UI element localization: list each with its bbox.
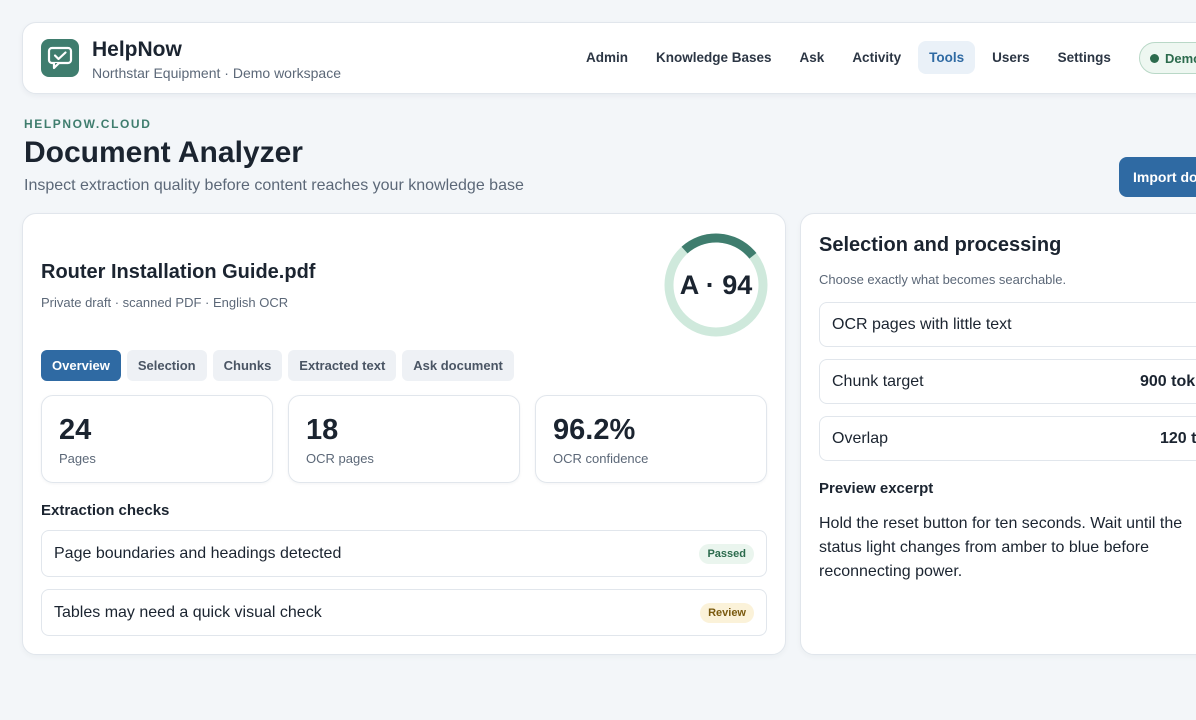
stat-ocr-confidence: 96.2% OCR confidence xyxy=(535,395,767,483)
status-badge-passed: Passed xyxy=(699,543,754,564)
check-text: Page boundaries and headings detected xyxy=(54,544,342,562)
nav-knowledge-bases[interactable]: Knowledge Bases xyxy=(645,41,783,74)
document-tabs: Overview Selection Chunks Extracted text… xyxy=(41,350,514,381)
nav-admin[interactable]: Admin xyxy=(575,41,639,74)
tab-ask-document[interactable]: Ask document xyxy=(402,350,514,381)
preview-excerpt: Hold the reset button for ten seconds. W… xyxy=(819,515,1183,580)
field-value: 120 tok xyxy=(1160,429,1196,447)
tab-chunks[interactable]: Chunks xyxy=(212,350,283,381)
overlap-field[interactable]: Overlap 120 tok xyxy=(819,416,1196,461)
chat-check-icon xyxy=(47,46,73,70)
import-document-button[interactable]: Import doc xyxy=(1119,157,1196,197)
field-label: Chunk target xyxy=(832,372,924,390)
document-meta: Private draft · scanned PDF · English OC… xyxy=(41,295,289,310)
stat-value: 96.2% xyxy=(553,414,636,446)
nav-ask[interactable]: Ask xyxy=(789,41,836,74)
document-overview-card: Router Installation Guide.pdf Private dr… xyxy=(22,213,786,655)
stat-value: 24 xyxy=(59,414,92,446)
chunk-target-field[interactable]: Chunk target 900 tok xyxy=(819,359,1196,404)
page-eyebrow: HELPNOW.CLOUD xyxy=(24,117,152,131)
stat-label: OCR confidence xyxy=(553,451,649,466)
processing-card: Selection and processing Choose exactly … xyxy=(800,213,1196,655)
nav-activity[interactable]: Activity xyxy=(841,41,912,74)
field-label: Overlap xyxy=(832,429,889,447)
stat-label: OCR pages xyxy=(306,451,374,466)
top-bar: HelpNow Northstar Equipment · Demo works… xyxy=(22,22,1196,94)
nav-tools[interactable]: Tools xyxy=(918,41,976,74)
stat-pages: 24 Pages xyxy=(41,395,273,483)
stat-ocr-pages: 18 OCR pages xyxy=(288,395,520,483)
page-title: Document Analyzer xyxy=(24,136,303,169)
processing-title: Selection and processing xyxy=(819,234,1062,256)
check-row: Tables may need a quick visual check Rev… xyxy=(41,589,767,636)
check-text: Tables may need a quick visual check xyxy=(54,603,322,621)
demo-pill-label: Demo xyxy=(1165,50,1196,66)
stat-value: 18 xyxy=(306,414,339,446)
processing-subtitle: Choose exactly what becomes searchable. xyxy=(819,272,1067,287)
quality-grade: A · 94 xyxy=(679,269,753,300)
extraction-checks-title: Extraction checks xyxy=(41,502,170,519)
preview-title: Preview excerpt xyxy=(819,480,934,497)
document-stats: 24 Pages 18 OCR pages 96.2% OCR confiden… xyxy=(41,395,767,483)
tab-extracted-text[interactable]: Extracted text xyxy=(288,350,397,381)
page-subtitle: Inspect extraction quality before conten… xyxy=(24,177,524,194)
tab-overview[interactable]: Overview xyxy=(41,350,121,381)
nav-users[interactable]: Users xyxy=(981,41,1041,74)
document-title: Router Installation Guide.pdf xyxy=(41,261,316,283)
stat-label: Pages xyxy=(59,451,96,466)
demo-status-pill[interactable]: Demo xyxy=(1139,42,1196,74)
field-value: 900 tok xyxy=(1140,372,1196,390)
nav-settings[interactable]: Settings xyxy=(1047,41,1122,74)
check-row: Page boundaries and headings detected Pa… xyxy=(41,530,767,577)
brand-name: HelpNow xyxy=(92,38,182,61)
workspace-subtitle: Northstar Equipment · Demo workspace xyxy=(92,65,341,81)
helpnow-logo[interactable] xyxy=(41,39,79,77)
tab-selection[interactable]: Selection xyxy=(126,350,207,381)
main-nav: Admin Knowledge Bases Ask Activity Tools… xyxy=(575,41,1122,74)
status-badge-review: Review xyxy=(700,602,754,623)
status-dot-icon xyxy=(1150,53,1159,63)
ocr-option-toggle[interactable]: OCR pages with little text xyxy=(819,302,1196,347)
ocr-option-label: OCR pages with little text xyxy=(832,315,1012,333)
